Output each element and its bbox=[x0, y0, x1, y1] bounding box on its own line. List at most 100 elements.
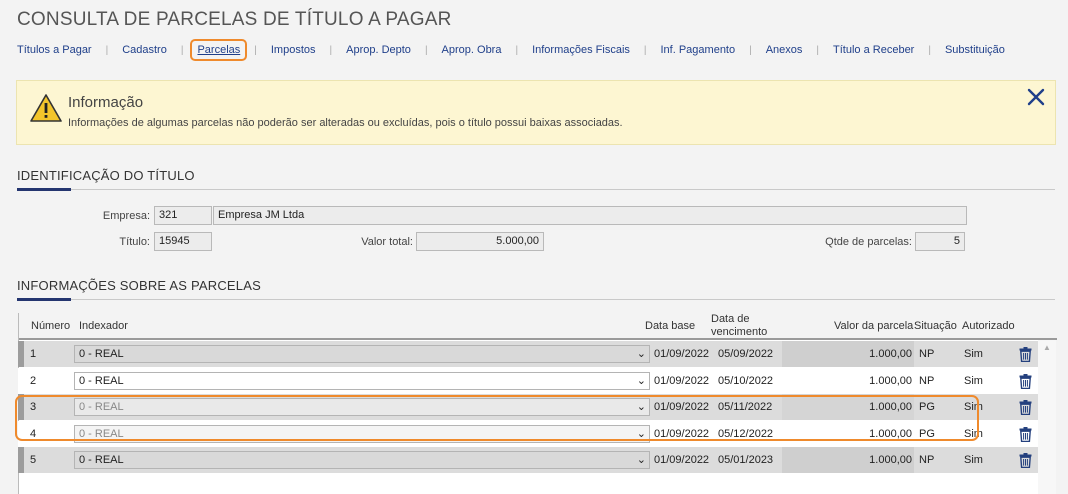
col-header-valor: Valor da parcela bbox=[834, 320, 914, 332]
cell-valor: 1.000,00 bbox=[782, 420, 914, 447]
chevron-down-icon: ⌄ bbox=[636, 401, 646, 413]
indexador-value: 0 - REAL bbox=[79, 427, 124, 440]
tab-anexos[interactable]: Anexos bbox=[766, 44, 803, 56]
tab-separator: | bbox=[180, 44, 184, 56]
valor-total-label: Valor total: bbox=[361, 236, 413, 248]
cell-situacao: NP bbox=[919, 374, 935, 387]
tab-aprop-depto[interactable]: Aprop. Depto bbox=[346, 44, 411, 56]
grid-body: 1 0 - REAL ⌄ 01/09/2022 05/09/2022 1.000,00 NP… bbox=[18, 341, 1038, 494]
tab-cadastro[interactable]: Cadastro bbox=[122, 44, 167, 56]
tab-separator: | bbox=[515, 44, 519, 56]
cell-situacao: NP bbox=[919, 454, 935, 466]
chevron-down-icon: ⌄ bbox=[636, 374, 646, 387]
trash-icon[interactable] bbox=[1019, 426, 1032, 442]
col-header-data-vencimento-1: Data de bbox=[711, 313, 750, 325]
cell-data-base: 01/09/2022 bbox=[654, 454, 710, 466]
cell-valor: 1.000,00 bbox=[782, 447, 914, 473]
table-row[interactable]: 3 0 - REAL ⌄ 01/09/2022 05/11/2022 1.000,00 PG… bbox=[18, 394, 1038, 420]
chevron-down-icon: ⌄ bbox=[636, 348, 646, 360]
qtde-parcelas-label: Qtde de parcelas: bbox=[825, 236, 912, 248]
cell-numero: 3 bbox=[30, 401, 37, 413]
cell-data-base: 01/09/2022 bbox=[654, 401, 710, 413]
table-row[interactable]: 2 0 - REAL ⌄ 01/09/2022 05/10/2022 1.000,00 NP… bbox=[18, 367, 1038, 394]
indexador-select[interactable]: 0 - REAL ⌄ bbox=[74, 371, 650, 390]
cell-numero: 5 bbox=[30, 454, 37, 466]
cell-autorizado: Sim bbox=[964, 427, 983, 440]
tab-separator: | bbox=[928, 44, 931, 56]
indexador-value: 0 - REAL bbox=[79, 401, 124, 413]
section-title-identificacao: IDENTIFICAÇÃO DO TÍTULO bbox=[17, 168, 195, 183]
trash-icon[interactable] bbox=[1019, 453, 1032, 468]
col-header-situacao: Situação bbox=[914, 320, 957, 332]
cell-valor: 1.000,00 bbox=[782, 367, 914, 394]
titulo-label: Título: bbox=[119, 236, 150, 248]
grid-header: Número Indexador Data base Data de venci… bbox=[19, 313, 1057, 340]
cell-autorizado: Sim bbox=[964, 374, 983, 387]
cell-autorizado: Sim bbox=[964, 401, 983, 413]
table-row[interactable]: 4 0 - REAL ⌄ 01/09/2022 05/12/2022 1.000,00 PG… bbox=[18, 420, 1038, 447]
page-title: CONSULTA DE PARCELAS DE TÍTULO A PAGAR bbox=[17, 9, 452, 30]
trash-icon[interactable] bbox=[1019, 400, 1032, 415]
cell-data-base: 01/09/2022 bbox=[654, 427, 710, 440]
tab-impostos[interactable]: Impostos bbox=[271, 44, 316, 56]
cell-numero: 2 bbox=[30, 374, 37, 387]
section-divider bbox=[17, 189, 1055, 190]
indexador-select[interactable]: 0 - REAL ⌄ bbox=[74, 345, 650, 363]
section-title-parcelas: INFORMAÇÕES SOBRE AS PARCELAS bbox=[17, 278, 261, 293]
section-divider bbox=[17, 299, 1055, 300]
trash-icon[interactable] bbox=[1019, 347, 1032, 362]
table-row[interactable]: 5 0 - REAL ⌄ 01/09/2022 05/01/2023 1.000,00 NP… bbox=[18, 447, 1038, 473]
indexador-value: 0 - REAL bbox=[79, 454, 124, 466]
tab-titulos-a-pagar[interactable]: Títulos a Pagar bbox=[17, 44, 92, 56]
table-row[interactable]: 1 0 - REAL ⌄ 01/09/2022 05/09/2022 1.000,00 NP… bbox=[18, 341, 1038, 367]
tab-aprop-obra[interactable]: Aprop. Obra bbox=[442, 44, 502, 56]
row-marker bbox=[18, 394, 24, 420]
col-header-data-vencimento-2: vencimento bbox=[711, 326, 768, 338]
empresa-label: Empresa: bbox=[102, 210, 150, 222]
cell-data-vencimento: 05/11/2022 bbox=[718, 401, 773, 413]
cell-data-base: 01/09/2022 bbox=[654, 374, 710, 387]
indexador-value: 0 - REAL bbox=[79, 348, 124, 360]
grid-scrollbar[interactable]: ▲ bbox=[1038, 340, 1056, 494]
indexador-select[interactable]: 0 - REAL ⌄ bbox=[74, 451, 650, 469]
chevron-down-icon: ⌄ bbox=[636, 427, 646, 440]
cell-autorizado: Sim bbox=[964, 348, 983, 360]
titulo-field: 15945 bbox=[154, 232, 212, 251]
empresa-code-field: 321 bbox=[154, 206, 212, 225]
indexador-select[interactable]: 0 - REAL ⌄ bbox=[74, 398, 650, 416]
cell-data-base: 01/09/2022 bbox=[654, 348, 710, 360]
scroll-up-icon[interactable]: ▲ bbox=[1043, 343, 1051, 352]
row-marker bbox=[18, 447, 24, 473]
col-header-autorizado: Autorizado bbox=[962, 320, 1015, 332]
tab-separator: | bbox=[329, 44, 333, 56]
section-accent bbox=[17, 298, 71, 301]
col-header-indexador: Indexador bbox=[79, 320, 128, 332]
tab-substituicao[interactable]: Substituição bbox=[945, 44, 1005, 56]
col-header-numero: Número bbox=[31, 320, 71, 332]
tab-bar: Títulos a Pagar | Cadastro | Parcelas | … bbox=[17, 39, 1005, 61]
tab-informacoes-fiscais[interactable]: Informações Fiscais bbox=[532, 44, 630, 56]
tab-separator: | bbox=[105, 44, 109, 56]
cell-numero: 4 bbox=[30, 427, 37, 440]
cell-valor: 1.000,00 bbox=[782, 394, 914, 420]
cell-numero: 1 bbox=[30, 348, 37, 360]
indexador-value: 0 - REAL bbox=[79, 374, 124, 387]
tab-inf-pagamento[interactable]: Inf. Pagamento bbox=[661, 44, 736, 56]
close-icon[interactable] bbox=[1026, 87, 1046, 107]
empresa-name-field: Empresa JM Ltda bbox=[213, 206, 967, 225]
indexador-select[interactable]: 0 - REAL ⌄ bbox=[74, 424, 650, 443]
cell-situacao: NP bbox=[919, 348, 935, 360]
cell-data-vencimento: 05/01/2023 bbox=[718, 454, 774, 466]
tab-separator: | bbox=[643, 44, 647, 56]
tab-parcelas[interactable]: Parcelas bbox=[190, 39, 248, 61]
alert-title: Informação bbox=[68, 94, 144, 111]
section-accent bbox=[17, 188, 71, 191]
row-marker bbox=[18, 341, 24, 367]
tab-separator: | bbox=[424, 44, 428, 56]
cell-valor: 1.000,00 bbox=[782, 341, 914, 367]
tab-titulo-a-receber[interactable]: Título a Receber bbox=[833, 44, 914, 56]
info-alert: Informação Informações de algumas parcel… bbox=[16, 80, 1056, 145]
alert-message: Informações de algumas parcelas não pode… bbox=[68, 117, 623, 129]
trash-icon[interactable] bbox=[1019, 373, 1032, 389]
cell-data-vencimento: 05/12/2022 bbox=[718, 427, 774, 440]
